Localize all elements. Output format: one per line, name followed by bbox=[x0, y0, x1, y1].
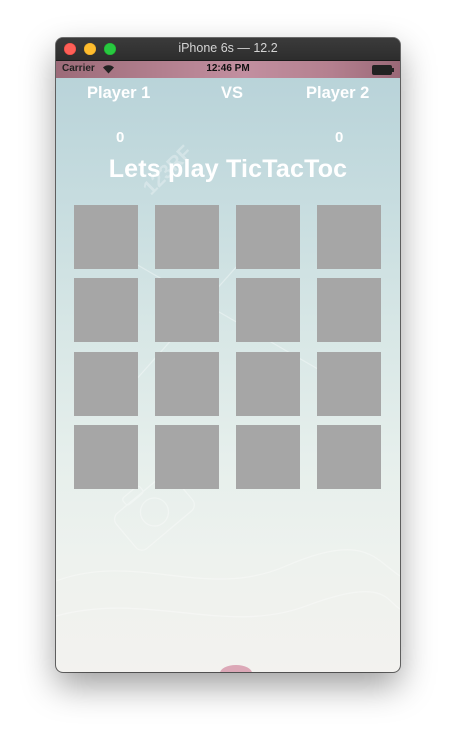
board-cell[interactable] bbox=[317, 425, 381, 489]
page: iPhone 6s — 12.2 123RF Carrier 12:46 PM … bbox=[0, 0, 455, 745]
vs-label: VS bbox=[221, 84, 244, 102]
game-title: Lets play TicTacToc bbox=[108, 155, 348, 183]
battery-icon bbox=[372, 65, 394, 75]
window-title: iPhone 6s — 12.2 bbox=[178, 41, 278, 55]
board-cell[interactable] bbox=[236, 278, 300, 342]
background-blob bbox=[220, 665, 252, 672]
game-board bbox=[74, 205, 382, 490]
board-cell[interactable] bbox=[74, 278, 138, 342]
board-cell[interactable] bbox=[317, 352, 381, 416]
board-cell[interactable] bbox=[317, 278, 381, 342]
status-time: 12:46 PM bbox=[206, 63, 250, 74]
board-cell[interactable] bbox=[236, 425, 300, 489]
board-cell[interactable] bbox=[236, 352, 300, 416]
board-cell[interactable] bbox=[155, 425, 219, 489]
board-cell[interactable] bbox=[317, 205, 381, 269]
player1-label: Player 1 bbox=[87, 84, 151, 102]
board-cell[interactable] bbox=[155, 278, 219, 342]
device-screen: 123RF Carrier 12:46 PM Player 1 VS Playe… bbox=[56, 61, 400, 672]
window-titlebar[interactable]: iPhone 6s — 12.2 bbox=[56, 38, 400, 61]
player1-score: 0 bbox=[116, 129, 125, 146]
wave-line bbox=[56, 549, 400, 582]
board-cell[interactable] bbox=[74, 425, 138, 489]
wave-line bbox=[56, 591, 400, 618]
board-cell[interactable] bbox=[74, 205, 138, 269]
board-cell[interactable] bbox=[155, 205, 219, 269]
player2-score: 0 bbox=[335, 129, 344, 146]
simulator-window: iPhone 6s — 12.2 123RF Carrier 12:46 PM … bbox=[56, 38, 400, 672]
board-cell[interactable] bbox=[236, 205, 300, 269]
board-cell[interactable] bbox=[74, 352, 138, 416]
board-cell[interactable] bbox=[155, 352, 219, 416]
player2-label: Player 2 bbox=[306, 84, 370, 102]
status-bar: Carrier 12:46 PM bbox=[56, 61, 400, 78]
